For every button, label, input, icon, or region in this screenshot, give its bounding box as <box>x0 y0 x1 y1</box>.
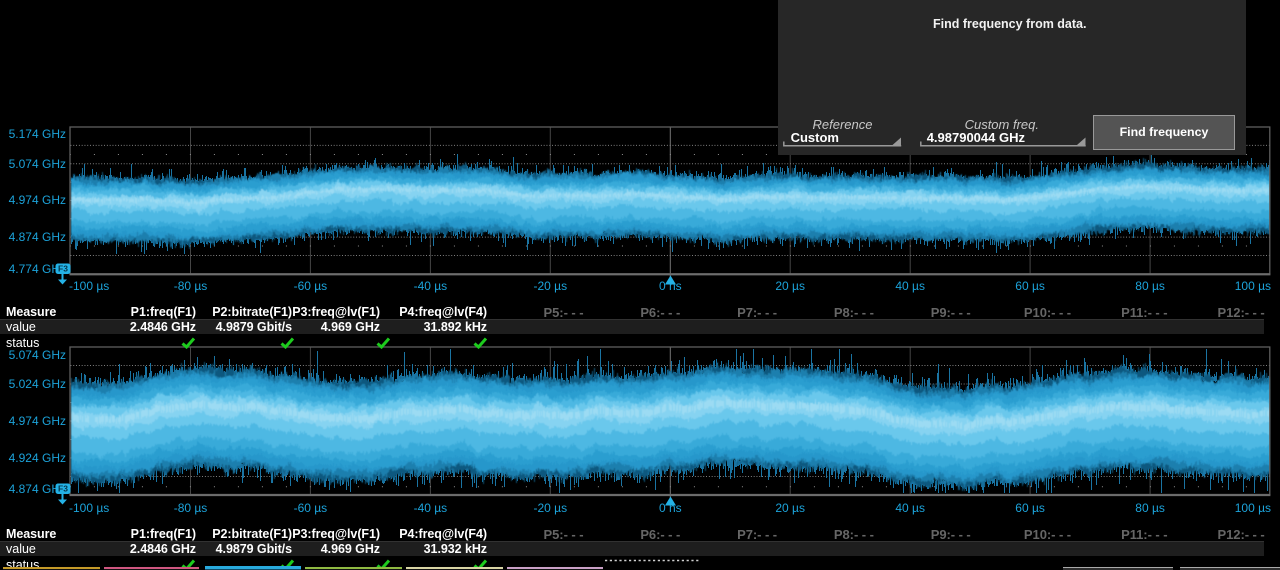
svg-text:F3: F3 <box>58 263 68 273</box>
svg-text:F3: F3 <box>58 484 68 494</box>
